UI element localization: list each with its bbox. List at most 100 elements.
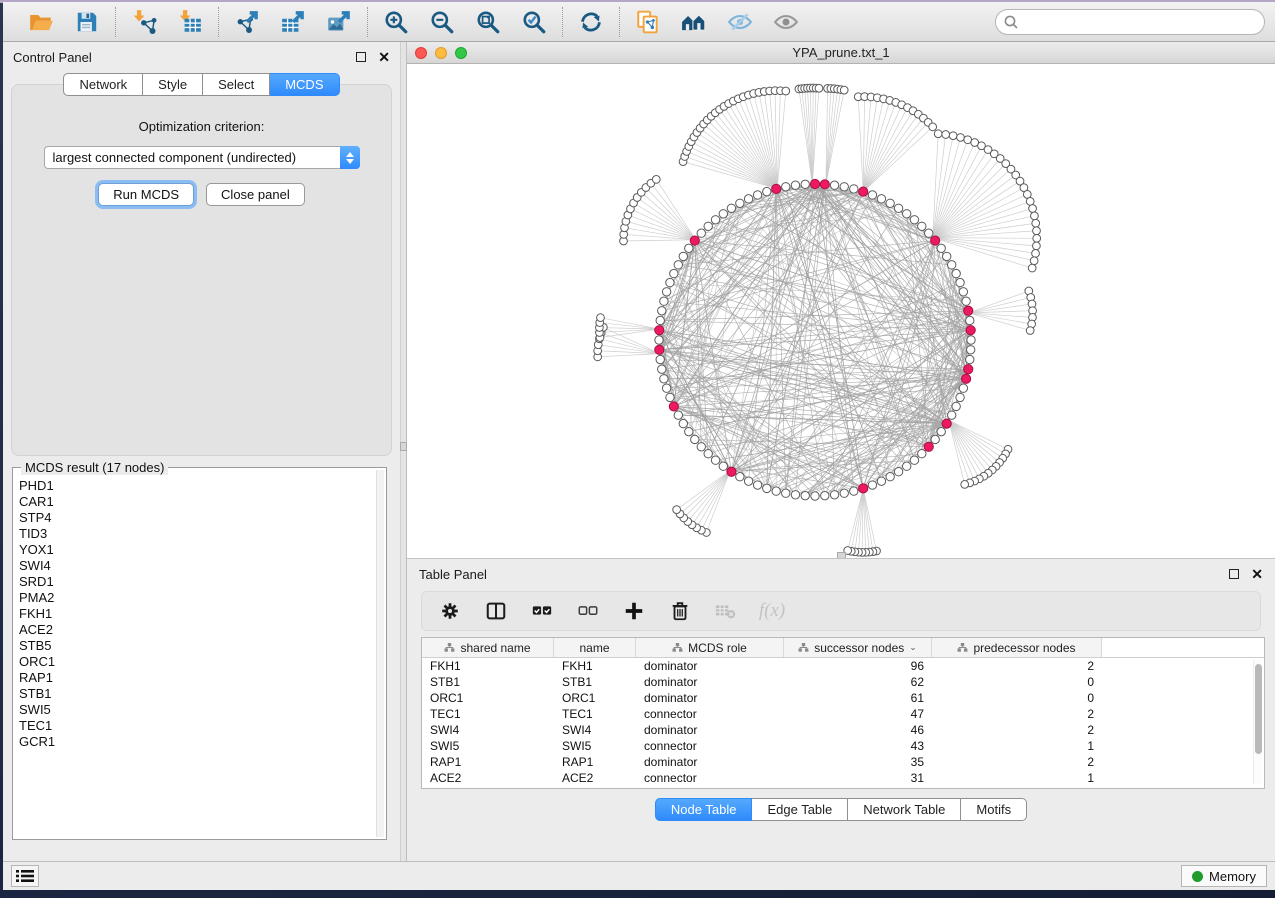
panel-list-button[interactable] [11,865,39,887]
mcds-result-list[interactable]: PHD1CAR1STP4TID3YOX1SWI4SRD1PMA2FKH1ACE2… [15,470,376,837]
result-item[interactable]: PMA2 [15,590,376,606]
export-network-button[interactable] [233,8,261,36]
column-header-predecessor-nodes[interactable]: predecessor nodes [932,638,1102,657]
select-all-button[interactable] [530,599,554,623]
delete-icon [669,600,691,622]
zoom-fit-icon [475,9,501,35]
result-scrollbar[interactable] [376,470,384,837]
network-view-window: YPA_prune.txt_1 [407,42,1275,558]
column-header-MCDS-role[interactable]: MCDS role [636,638,784,657]
result-item[interactable]: SWI4 [15,558,376,574]
add-button[interactable] [622,599,646,623]
gear-button[interactable] [438,599,462,623]
cell-name: TEC1 [554,707,636,721]
tab-network[interactable]: Network [63,73,143,96]
show-all-button[interactable] [772,8,800,36]
result-item[interactable]: STB5 [15,638,376,654]
float-table-panel-icon[interactable] [1229,569,1239,579]
network-canvas[interactable] [407,64,1275,558]
tree-icon [957,642,968,653]
cell-predecessor-nodes: 1 [932,787,1102,789]
result-item[interactable]: CAR1 [15,494,376,510]
vertical-split-divider[interactable] [400,42,407,861]
zoom-out-button[interactable] [428,8,456,36]
zoom-in-button[interactable] [382,8,410,36]
run-mcds-button[interactable]: Run MCDS [98,183,194,206]
cell-MCDS-role: connector [636,739,784,753]
tab-select[interactable]: Select [203,73,270,96]
close-table-panel-icon[interactable]: ✕ [1251,567,1263,581]
tree-icon [444,642,455,653]
table-row[interactable]: YOX1YOX1connector291 [422,786,1264,789]
list-icon [16,869,34,883]
copy-view-button[interactable] [634,8,662,36]
tab-style[interactable]: Style [143,73,203,96]
export-table-button[interactable] [279,8,307,36]
close-panel-button[interactable]: Close panel [206,183,305,206]
search-input[interactable] [995,9,1265,35]
column-header-successor-nodes[interactable]: successor nodes⌄ [784,638,932,657]
tab-edge-table[interactable]: Edge Table [752,798,848,821]
result-item[interactable]: ACE2 [15,622,376,638]
import-network-button[interactable] [130,8,158,36]
cell-successor-nodes: 35 [784,755,932,769]
mcds-panel: Optimization criterion: largest connecte… [11,84,392,456]
float-panel-icon[interactable] [356,52,366,62]
table-row[interactable]: TEC1TEC1connector472 [422,706,1264,722]
table-row[interactable]: ORC1ORC1dominator610 [422,690,1264,706]
cell-successor-nodes: 43 [784,739,932,753]
result-item[interactable]: SRD1 [15,574,376,590]
table-row[interactable]: SWI5SWI5connector431 [422,738,1264,754]
result-item[interactable]: TEC1 [15,718,376,734]
table-row[interactable]: RAP1RAP1dominator352 [422,754,1264,770]
result-item[interactable]: STP4 [15,510,376,526]
close-panel-icon[interactable]: ✕ [378,50,390,64]
zoom-selected-button[interactable] [520,8,548,36]
show-all-icon [773,9,799,35]
result-item[interactable]: STB1 [15,686,376,702]
result-item[interactable]: GCR1 [15,734,376,750]
cell-MCDS-role: dominator [636,755,784,769]
table-scrollbar[interactable] [1253,660,1262,784]
result-item[interactable]: RAP1 [15,670,376,686]
cell-name: YOX1 [554,787,636,789]
tab-node-table[interactable]: Node Table [655,798,753,821]
deselect-all-button[interactable] [576,599,600,623]
table-row[interactable]: STB1STB1dominator620 [422,674,1264,690]
refresh-button[interactable] [577,8,605,36]
result-item[interactable]: TID3 [15,526,376,542]
tab-motifs[interactable]: Motifs [961,798,1027,821]
first-neighbors-button[interactable] [680,8,708,36]
table-row[interactable]: ACE2ACE2connector311 [422,770,1264,786]
columns-icon [485,600,507,622]
columns-button[interactable] [484,599,508,623]
delete-button[interactable] [668,599,692,623]
network-graph[interactable] [407,64,1275,558]
tab-network-table[interactable]: Network Table [848,798,961,821]
result-item[interactable]: YOX1 [15,542,376,558]
export-image-button[interactable] [325,8,353,36]
table-row[interactable]: SWI4SWI4dominator462 [422,722,1264,738]
criterion-value: largest connected component (undirected) [45,150,340,165]
criterion-dropdown[interactable]: largest connected component (undirected) [44,146,360,169]
table-row[interactable]: FKH1FKH1dominator962 [422,658,1264,674]
result-item[interactable]: ORC1 [15,654,376,670]
column-header-name[interactable]: name [554,638,636,657]
column-header-shared-name[interactable]: shared name [422,638,554,657]
window-close-icon[interactable] [415,47,427,59]
zoom-fit-button[interactable] [474,8,502,36]
window-zoom-icon[interactable] [455,47,467,59]
result-item[interactable]: PHD1 [15,478,376,494]
tab-mcds[interactable]: MCDS [270,73,339,96]
window-minimize-icon[interactable] [435,47,447,59]
cell-shared-name: SWI5 [422,739,554,753]
cell-successor-nodes: 29 [784,787,932,789]
memory-button[interactable]: Memory [1181,865,1267,887]
save-button[interactable] [73,8,101,36]
result-item[interactable]: SWI5 [15,702,376,718]
import-table-button[interactable] [176,8,204,36]
hide-selected-button[interactable] [726,8,754,36]
cell-shared-name: ACE2 [422,771,554,785]
result-item[interactable]: FKH1 [15,606,376,622]
open-button[interactable] [27,8,55,36]
